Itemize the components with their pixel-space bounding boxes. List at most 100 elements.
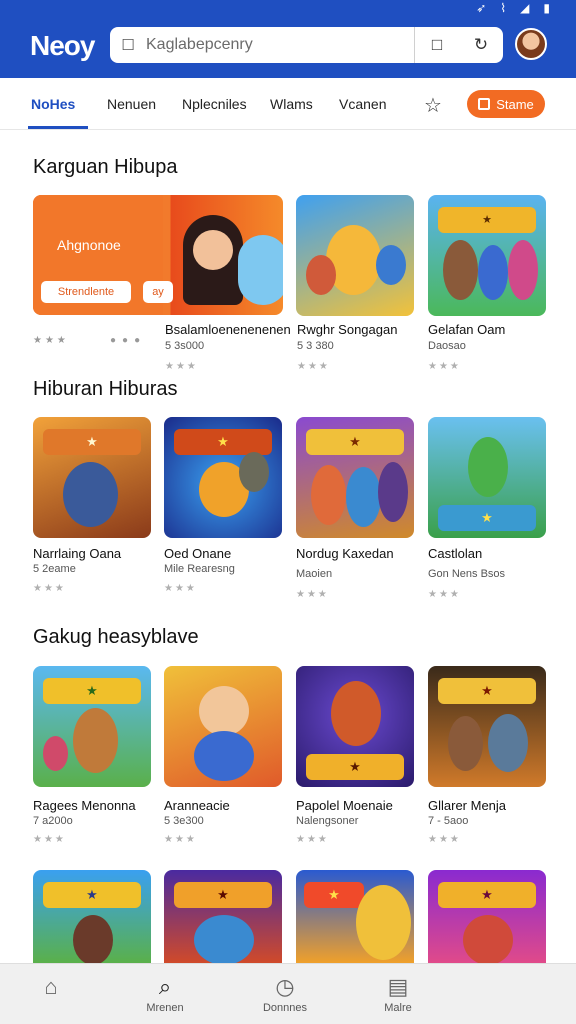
section-title: Hiburan Hiburas bbox=[33, 378, 178, 400]
nav-home[interactable]: ⌂ bbox=[1, 964, 101, 1024]
game-tile[interactable] bbox=[164, 666, 282, 787]
game-character bbox=[194, 915, 254, 963]
game-meta: Nalengsoner bbox=[296, 815, 359, 827]
game-name[interactable]: Gelafan Oam bbox=[428, 322, 505, 337]
game-character bbox=[239, 452, 269, 492]
carousel-rating: ★★★ bbox=[33, 335, 69, 346]
banner-character-face bbox=[193, 230, 233, 270]
game-tile[interactable]: ★ bbox=[164, 870, 282, 963]
game-rating: ★★★ bbox=[297, 361, 330, 372]
game-logo: ★ bbox=[304, 882, 364, 908]
game-logo: ★ bbox=[438, 207, 536, 233]
game-rating: ★★★ bbox=[164, 583, 197, 594]
game-tile[interactable]: ★ bbox=[296, 417, 414, 538]
share-icon bbox=[478, 98, 491, 110]
game-tile[interactable]: ★ bbox=[33, 870, 151, 963]
game-tile[interactable]: ★ bbox=[296, 666, 414, 787]
nav-label: Donnnes bbox=[262, 1002, 308, 1014]
search-bar[interactable]: ☐ Kaglabepcenry □ ↻ bbox=[110, 27, 503, 63]
nav-search[interactable]: ⌕ Mrenen bbox=[115, 964, 215, 1024]
game-meta: 5 3s000 bbox=[165, 340, 205, 352]
share-button[interactable]: Stame bbox=[467, 90, 545, 118]
game-name[interactable]: Papolel Moenaie bbox=[296, 798, 393, 813]
tab-nohes[interactable]: NoHes bbox=[31, 96, 75, 112]
game-logo: ★ bbox=[438, 882, 536, 908]
nav-label: Malre bbox=[384, 1002, 412, 1014]
game-name[interactable]: Rwghr Songagan bbox=[297, 322, 397, 337]
nav-history[interactable]: ◷ Donnnes bbox=[235, 964, 335, 1024]
game-character bbox=[448, 716, 483, 771]
game-character bbox=[468, 437, 508, 497]
nav-label: Mrenen bbox=[146, 1002, 184, 1014]
game-tile[interactable]: ★ bbox=[33, 666, 151, 787]
game-character bbox=[43, 736, 68, 771]
game-character bbox=[306, 255, 336, 295]
game-rating: ★★★ bbox=[296, 589, 329, 600]
game-meta: Mile Rearesng bbox=[164, 563, 235, 575]
nav-bag[interactable]: ▤ Malre bbox=[348, 964, 448, 1024]
game-character bbox=[378, 462, 408, 522]
game-tile[interactable]: ★ bbox=[428, 195, 546, 316]
status-bar: ➶ ⌇ ◢ ▮ bbox=[476, 0, 550, 16]
game-logo: ★ bbox=[43, 882, 141, 908]
banner-button[interactable]: Strendlente bbox=[41, 281, 131, 303]
game-name[interactable]: Ragees Menonna bbox=[33, 798, 136, 813]
game-meta: 7 - 5aoo bbox=[428, 815, 469, 827]
game-character bbox=[376, 245, 406, 285]
message-icon[interactable]: □ bbox=[415, 27, 459, 63]
game-name[interactable]: Oed Onane bbox=[164, 546, 231, 561]
game-tile[interactable]: ★ bbox=[428, 417, 546, 538]
game-character bbox=[463, 915, 513, 963]
tab-nenuen[interactable]: Nenuen bbox=[107, 96, 156, 112]
game-logo: ★ bbox=[174, 882, 272, 908]
app-logo[interactable]: Neoy bbox=[30, 30, 95, 62]
tab-wlams[interactable]: Wlams bbox=[270, 96, 313, 112]
game-character bbox=[326, 225, 381, 295]
tab-vcanen[interactable]: Vcanen bbox=[339, 96, 386, 112]
game-character bbox=[331, 681, 381, 746]
game-tile[interactable]: ★ bbox=[33, 417, 151, 538]
bag-icon: ▤ bbox=[387, 974, 409, 999]
game-character bbox=[488, 714, 528, 772]
game-name[interactable]: Narrlaing Oana bbox=[33, 546, 121, 561]
app-bar: ➶ ⌇ ◢ ▮ Neoy ☐ Kaglabepcenry □ ↻ bbox=[0, 0, 576, 78]
bottom-nav: ⌂ ⌕ Mrenen ◷ Donnnes ▤ Malre bbox=[0, 963, 576, 1024]
carousel-dots[interactable]: ●●● bbox=[110, 335, 146, 346]
game-character bbox=[346, 467, 381, 527]
avatar[interactable] bbox=[515, 28, 547, 60]
game-character bbox=[194, 731, 254, 781]
game-logo: ★ bbox=[306, 754, 404, 780]
game-name[interactable]: Nordug Kaxedan bbox=[296, 546, 394, 561]
game-tile[interactable]: ★ bbox=[164, 417, 282, 538]
game-tile[interactable]: ★ bbox=[428, 666, 546, 787]
game-character bbox=[73, 708, 118, 773]
game-tile[interactable]: ★ bbox=[296, 870, 414, 963]
section-title: Gakug heasyblave bbox=[33, 626, 199, 648]
game-character bbox=[311, 465, 346, 525]
game-name[interactable]: Castlolan bbox=[428, 546, 482, 561]
game-name[interactable]: Aranneacie bbox=[164, 798, 230, 813]
star-icon[interactable]: ☆ bbox=[424, 93, 442, 118]
signal-icon: ◢ bbox=[520, 1, 530, 15]
game-name[interactable]: Bsalamloenenenenen bbox=[165, 322, 291, 337]
game-name[interactable]: Gllarer Menja bbox=[428, 798, 506, 813]
game-logo: ★ bbox=[306, 429, 404, 455]
search-icon: ⌕ bbox=[158, 974, 172, 999]
game-logo: ★ bbox=[43, 678, 141, 704]
game-character bbox=[508, 240, 538, 300]
banner-tag[interactable]: ay bbox=[143, 281, 173, 303]
tab-nplecniles[interactable]: Nplecniles bbox=[182, 96, 247, 112]
game-rating: ★★★ bbox=[33, 834, 66, 845]
featured-banner[interactable]: Ahgnonoe Strendlente ay bbox=[33, 195, 283, 315]
clock-icon: ◷ bbox=[275, 974, 295, 999]
game-tile[interactable]: ★ bbox=[428, 870, 546, 963]
wifi-icon: ⌇ bbox=[500, 1, 507, 15]
game-tile[interactable] bbox=[296, 195, 414, 316]
game-meta: 5 3e300 bbox=[164, 815, 204, 827]
game-rating: ★★★ bbox=[428, 834, 461, 845]
game-rating: ★★★ bbox=[165, 361, 198, 372]
battery-icon: ▮ bbox=[543, 1, 550, 15]
search-input[interactable]: Kaglabepcenry bbox=[146, 36, 414, 54]
game-rating: ★★★ bbox=[33, 583, 66, 594]
refresh-icon[interactable]: ↻ bbox=[459, 27, 503, 63]
